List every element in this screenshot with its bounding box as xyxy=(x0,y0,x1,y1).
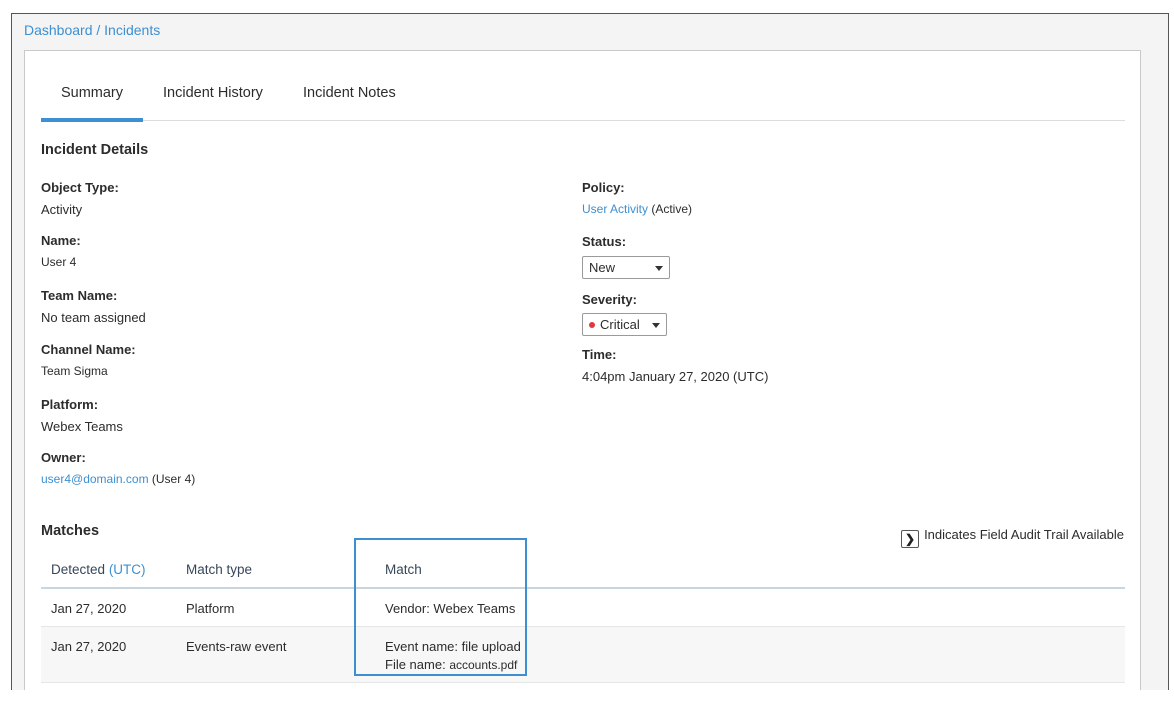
policy-label: Policy: xyxy=(582,180,625,195)
table-row[interactable]: Jan 27, 2020 Events-raw event Event name… xyxy=(41,627,1125,683)
chevron-down-icon xyxy=(655,266,663,271)
time-label: Time: xyxy=(582,347,617,362)
object-type-field: Object Type: Activity xyxy=(41,180,119,217)
severity-value: Critical xyxy=(600,317,640,332)
audit-trail-legend: ❯ Indicates Field Audit Trail Available xyxy=(901,527,1124,548)
name-field: Name: User 4 xyxy=(41,233,81,269)
severity-select[interactable]: Critical xyxy=(582,313,667,336)
chevron-down-icon xyxy=(652,323,660,328)
cell-detected: Jan 27, 2020 xyxy=(51,639,127,654)
object-type-value: Activity xyxy=(41,202,83,217)
status-field: Status: xyxy=(582,234,626,249)
audit-trail-note: Indicates Field Audit Trail Available xyxy=(924,527,1124,542)
severity-field: Severity: xyxy=(582,292,637,307)
team-name-field: Team Name: No team assigned xyxy=(41,288,146,325)
severity-label: Severity: xyxy=(582,292,637,307)
breadcrumb-separator: / xyxy=(92,22,105,38)
time-value: 4:04pm January 27, 2020 (UTC) xyxy=(582,369,769,384)
owner-label: Owner: xyxy=(41,450,86,465)
status-select[interactable]: New xyxy=(582,256,670,279)
cell-match: Event name: file upload File name: accou… xyxy=(385,638,521,674)
status-value: New xyxy=(589,260,616,275)
status-label: Status: xyxy=(582,234,627,249)
channel-name-value: Team Sigma xyxy=(41,364,108,378)
matches-table: Detected (UTC) Match type Match Jan 27, … xyxy=(41,551,1125,683)
cell-detected: Jan 27, 2020 xyxy=(51,601,127,616)
column-header-detected[interactable]: Detected (UTC) xyxy=(51,562,146,577)
channel-name-label: Channel Name: xyxy=(41,342,136,357)
chevron-right-icon: ❯ xyxy=(901,530,920,548)
cell-match: Vendor: Webex Teams xyxy=(385,601,516,616)
match-event-name: Event name: file upload xyxy=(385,639,521,654)
time-field: Time: 4:04pm January 27, 2020 (UTC) xyxy=(582,347,768,384)
tab-incident-notes[interactable]: Incident Notes xyxy=(303,85,396,121)
table-header: Detected (UTC) Match type Match xyxy=(41,551,1125,589)
owner-suffix: (User 4) xyxy=(148,472,196,486)
cell-match-type: Events-raw event xyxy=(186,639,287,654)
tab-summary[interactable]: Summary xyxy=(41,85,143,122)
critical-dot-icon xyxy=(589,322,595,328)
breadcrumb-dashboard-link[interactable]: Dashboard xyxy=(24,22,93,38)
matches-title: Matches xyxy=(41,523,100,539)
policy-value: User Activity (Active) xyxy=(582,202,692,216)
channel-name-field: Channel Name: Team Sigma xyxy=(41,342,136,378)
detected-header-label: Detected xyxy=(51,562,106,577)
incident-page: Dashboard / Incidents Summary Incident H… xyxy=(11,13,1169,690)
owner-email-link[interactable]: user4@domain.com xyxy=(41,472,149,486)
team-name-value: No team assigned xyxy=(41,310,146,325)
column-header-match-type[interactable]: Match type xyxy=(186,562,252,577)
policy-link[interactable]: User Activity xyxy=(582,202,648,216)
platform-label: Platform: xyxy=(41,397,99,412)
object-type-label: Object Type: xyxy=(41,180,119,195)
table-row[interactable]: Jan 27, 2020 Platform Vendor: Webex Team… xyxy=(41,589,1125,627)
name-label: Name: xyxy=(41,233,81,248)
owner-value: user4@domain.com (User 4) xyxy=(41,472,195,486)
policy-field: Policy: User Activity (Active) xyxy=(582,180,692,216)
owner-field: Owner: user4@domain.com (User 4) xyxy=(41,450,195,486)
detected-utc-label: (UTC) xyxy=(108,562,146,577)
breadcrumb: Dashboard / Incidents xyxy=(24,22,160,38)
platform-field: Platform: Webex Teams xyxy=(41,397,123,434)
tab-bar: Summary Incident History Incident Notes xyxy=(41,51,1125,122)
incident-details-title: Incident Details xyxy=(41,142,149,158)
team-name-label: Team Name: xyxy=(41,288,118,303)
incident-panel: Summary Incident History Incident Notes … xyxy=(24,50,1141,690)
column-header-match[interactable]: Match xyxy=(385,562,422,577)
tab-incident-history[interactable]: Incident History xyxy=(163,85,263,121)
match-file-label: File name: xyxy=(385,657,450,672)
platform-value: Webex Teams xyxy=(41,419,123,434)
match-file-value: accounts.pdf xyxy=(449,658,518,672)
breadcrumb-incidents-link[interactable]: Incidents xyxy=(104,22,160,38)
cell-match-type: Platform xyxy=(186,601,235,616)
name-value: User 4 xyxy=(41,255,77,269)
policy-suffix: (Active) xyxy=(648,202,693,216)
